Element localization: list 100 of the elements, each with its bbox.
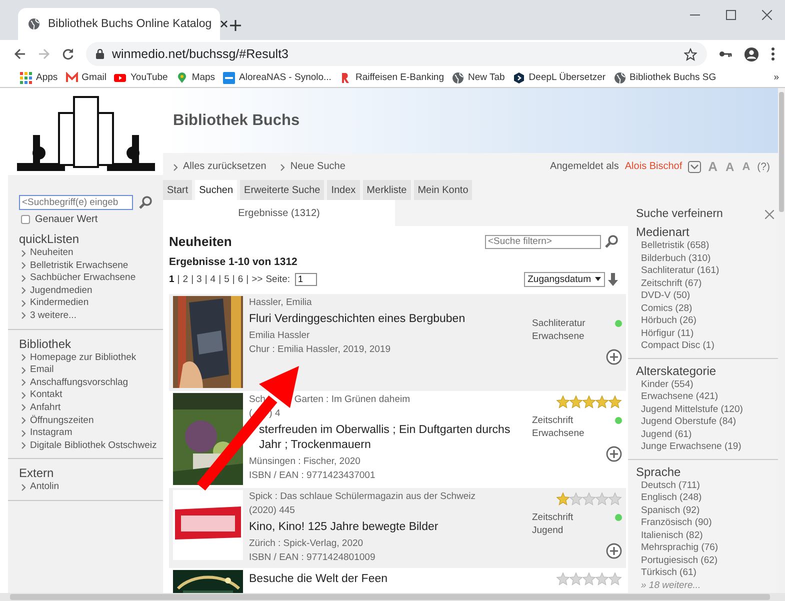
reload-icon[interactable]	[62, 48, 74, 60]
facet-link[interactable]: Deutsch (711)	[636, 480, 778, 492]
search-field[interactable]: <Suchbegriff(e) eingeb	[19, 195, 133, 210]
tab[interactable]: Merkliste	[362, 180, 411, 200]
bookmark[interactable]: Maps	[176, 72, 216, 84]
facet-link[interactable]: Hörbuch (26)	[636, 315, 778, 328]
facet-link[interactable]: Compact Disc (1)	[636, 340, 778, 352]
bookmark[interactable]: YouTube	[114, 72, 168, 84]
more-bookmarks-button[interactable]: »	[774, 72, 779, 83]
bookmark[interactable]: AloreaNAS - Synolo...	[223, 72, 332, 84]
scrollbar[interactable]	[0, 593, 785, 601]
sidebar-link[interactable]: Sachbücher Erwachsene	[30, 272, 136, 285]
plus-icon[interactable]	[230, 20, 241, 31]
facet-link[interactable]: Jugend Mittelstufe (120)	[636, 404, 778, 416]
address-bar[interactable]: winmedio.net/buchssg/#Result3	[86, 42, 707, 66]
tab[interactable]: Start	[163, 180, 192, 200]
sort-arrow-icon[interactable]	[608, 272, 618, 286]
search-icon[interactable]	[139, 196, 152, 209]
bookmark[interactable]: DeepL Übersetzer	[512, 72, 606, 84]
facet-link[interactable]: Französisch (90)	[636, 517, 778, 530]
menu-icon[interactable]	[771, 47, 775, 61]
bookmark[interactable]: Raiffeisen E-Banking	[339, 72, 444, 84]
sidebar-link[interactable]: Jugendmedien	[30, 284, 92, 298]
tab[interactable]: Suchen	[195, 180, 238, 200]
breadcrumb-link[interactable]: Alles zurücksetzen	[183, 161, 266, 172]
maximize-icon[interactable]	[726, 10, 736, 20]
page-field[interactable]: 1	[295, 272, 317, 286]
sidebar-link[interactable]: Digitale Bibliothek Ostschweiz	[30, 440, 157, 452]
sidebar-link[interactable]: Antolin	[30, 481, 60, 494]
dropdown-icon[interactable]	[688, 160, 702, 172]
back-icon[interactable]	[14, 48, 26, 60]
star-icon	[569, 572, 583, 586]
facet-link[interactable]: Spanisch (92)	[636, 504, 778, 517]
checkbox[interactable]	[21, 215, 30, 224]
sidebar-link[interactable]: Öffnungszeiten	[30, 414, 94, 428]
facet-link[interactable]: Kinder (554)	[636, 378, 778, 391]
breadcrumb-link[interactable]: Neue Suche	[290, 161, 346, 172]
page-link[interactable]: 5	[224, 274, 230, 284]
facet-link[interactable]: Sachliteratur (161)	[636, 265, 778, 278]
facet-link[interactable]: Comics (28)	[636, 302, 778, 315]
facet-link[interactable]: Mehrsprachig (76)	[636, 542, 778, 554]
sort-dropdown[interactable]: Zugangsdatum	[524, 272, 605, 286]
facet-link[interactable]: Hörfigur (11)	[636, 328, 778, 340]
facet-link[interactable]: Belletristik (658)	[636, 240, 778, 252]
key-icon[interactable]	[719, 50, 732, 58]
page-link[interactable]: 3	[196, 274, 202, 284]
facet-link[interactable]: Bilderbuch (310)	[636, 252, 778, 265]
close-icon[interactable]	[220, 20, 228, 28]
play-icon	[114, 72, 126, 84]
page-link[interactable]: 4	[210, 274, 216, 284]
meta-line: Hassler, Emilia	[249, 296, 313, 310]
sidebar-link[interactable]: Anschaffungsvorschlag	[30, 376, 128, 390]
title-link[interactable]: Kino, Kino! 125 Jahre bewegte Bilder	[249, 520, 526, 535]
sidebar-link[interactable]: Email	[30, 364, 54, 377]
sidebar-link[interactable]: Anfahrt	[30, 402, 61, 415]
title-link[interactable]: sterfreuden im Oberwallis ; Ein Duftgarten durchs Jahr ; Trockenmauern	[259, 423, 526, 453]
account-icon[interactable]	[744, 46, 759, 62]
result-count: Ergebnisse 1-10 von 1312	[169, 256, 298, 268]
star-icon	[608, 395, 622, 409]
sidebar-link[interactable]: 3 weitere...	[30, 310, 76, 323]
facet-link[interactable]: Erwachsene (421)	[636, 391, 778, 404]
meta-line: Garten : Im Grünen daheim	[294, 393, 410, 407]
media-type: Zeitschrift	[532, 415, 574, 428]
scrollbar[interactable]	[778, 88, 785, 593]
page-link[interactable]: 2	[182, 274, 188, 284]
bookmark[interactable]: New Tab	[452, 72, 505, 84]
page-link[interactable]: 6	[238, 274, 244, 284]
close-icon[interactable]	[762, 10, 772, 20]
tab[interactable]: Index	[327, 180, 360, 200]
bookmark[interactable]: Gmail	[66, 72, 106, 84]
tab[interactable]: Ergebnisse (1312)	[163, 200, 395, 226]
help-link[interactable]: (?)	[757, 160, 770, 172]
media-type: Zeitschrift	[532, 512, 574, 524]
title-link[interactable]: Besuche die Welt der Feen	[249, 572, 526, 587]
facet-link[interactable]: DVD-V (50)	[636, 290, 778, 302]
facet-link[interactable]: Junge Erwachsene (19)	[636, 441, 778, 454]
facet-link[interactable]: Jugend (61)	[636, 428, 778, 441]
page-link[interactable]: 1	[169, 274, 174, 284]
sidebar-link[interactable]: Neuheiten	[30, 247, 74, 260]
facet-link[interactable]: Zeitschrift (67)	[636, 278, 778, 290]
search-icon[interactable]	[605, 235, 618, 248]
title-link[interactable]: Fluri Verdinggeschichten eines Bergbuben	[249, 312, 526, 327]
next-link[interactable]: >>	[252, 274, 263, 284]
facet-link[interactable]: Englisch (248)	[636, 492, 778, 504]
bookmark[interactable]: Apps	[20, 72, 58, 84]
facet-link[interactable]: Portugiesisch (62)	[636, 554, 778, 567]
user-link[interactable]: Alois Bischof	[624, 161, 682, 172]
star-icon[interactable]	[684, 48, 697, 60]
sidebar-link[interactable]: Belletristik Erwachsene	[30, 260, 128, 272]
filter-field[interactable]: <Suche filtern>	[485, 234, 601, 248]
bookmark[interactable]: Bibliothek Buchs SG	[614, 72, 716, 84]
sidebar-link[interactable]: Instagram	[30, 427, 72, 440]
tab[interactable]: Erweiterte Suche	[240, 180, 324, 200]
facet-link[interactable]: Italienisch (82)	[636, 530, 778, 542]
facet-link[interactable]: Jugend Oberstufe (84)	[636, 416, 778, 428]
sidebar-link[interactable]: Kontakt	[30, 389, 62, 402]
sidebar-link[interactable]: Kindermedien	[30, 297, 89, 310]
facet-link[interactable]: Türkisch (61)	[636, 567, 778, 580]
sidebar-link[interactable]: Homepage zur Bibliothek	[30, 352, 136, 364]
tab[interactable]: Mein Konto	[414, 180, 472, 200]
